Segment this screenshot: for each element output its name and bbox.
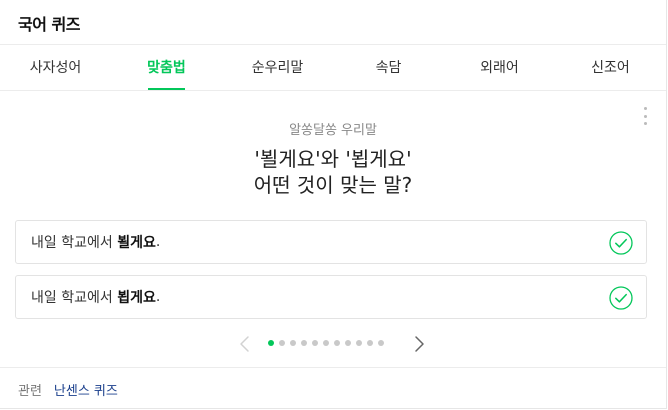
answer-1-emphasis: 뵐게요 <box>117 235 156 251</box>
pagination-dot[interactable] <box>290 340 296 346</box>
quiz-category: 알쏭달쏭 우리말 <box>289 123 377 138</box>
tab-bar: 사자성어 맞춤법 순우리말 속담 외래어 신조어 <box>0 44 666 90</box>
tab-four-character-idiom[interactable]: 사자성어 <box>0 44 111 90</box>
pagination-dot[interactable] <box>301 340 307 346</box>
chevron-left-icon[interactable] <box>235 334 255 354</box>
answer-2-emphasis: 뵙게요 <box>117 290 156 306</box>
pagination-dot[interactable] <box>312 340 318 346</box>
page-title: 국어 퀴즈 <box>18 15 80 34</box>
tab-spelling[interactable]: 맞춤법 <box>111 44 222 90</box>
tab-proverb[interactable]: 속담 <box>333 44 444 90</box>
quiz-card: 국어 퀴즈 사자성어 맞춤법 순우리말 속담 외래어 신조어 알쏭달쏭 우리말 … <box>0 0 667 409</box>
pagination-dot[interactable] <box>268 340 274 346</box>
pagination-dot[interactable] <box>345 340 351 346</box>
pagination-dot[interactable] <box>356 340 362 346</box>
related-label: 관련 <box>18 384 42 399</box>
quiz-question: '뵐게요'와 '뵙게요' 어떤 것이 맞는 말? <box>0 146 666 198</box>
footer-divider <box>0 367 666 368</box>
check-circle-icon <box>609 286 633 310</box>
related-section: 관련 난센스 퀴즈 <box>18 380 118 399</box>
pagination-dots <box>268 340 384 346</box>
pagination <box>0 334 666 354</box>
answer-2-suffix: . <box>155 289 161 305</box>
tab-loanword[interactable]: 외래어 <box>444 44 555 90</box>
question-line-2: 어떤 것이 맞는 말? <box>253 173 413 197</box>
pagination-dot[interactable] <box>378 340 384 346</box>
answer-option-1[interactable]: 내일 학교에서 뵐게요. <box>15 220 647 264</box>
answer-1-suffix: . <box>155 234 161 250</box>
pagination-dot[interactable] <box>334 340 340 346</box>
pagination-dot[interactable] <box>279 340 285 346</box>
answer-option-2[interactable]: 내일 학교에서 뵙게요. <box>15 275 647 319</box>
related-link-nonsense-quiz[interactable]: 난센스 퀴즈 <box>54 380 118 399</box>
question-line-1: '뵐게요'와 '뵙게요' <box>254 147 412 171</box>
pagination-dot[interactable] <box>367 340 373 346</box>
tab-neologism[interactable]: 신조어 <box>555 44 666 90</box>
check-circle-icon <box>609 231 633 255</box>
tabs-divider <box>0 90 666 91</box>
pagination-dot[interactable] <box>323 340 329 346</box>
tab-pure-korean[interactable]: 순우리말 <box>222 44 333 90</box>
answer-2-prefix: 내일 학교에서 <box>31 290 118 306</box>
chevron-right-icon[interactable] <box>409 334 429 354</box>
answer-1-prefix: 내일 학교에서 <box>31 235 118 251</box>
